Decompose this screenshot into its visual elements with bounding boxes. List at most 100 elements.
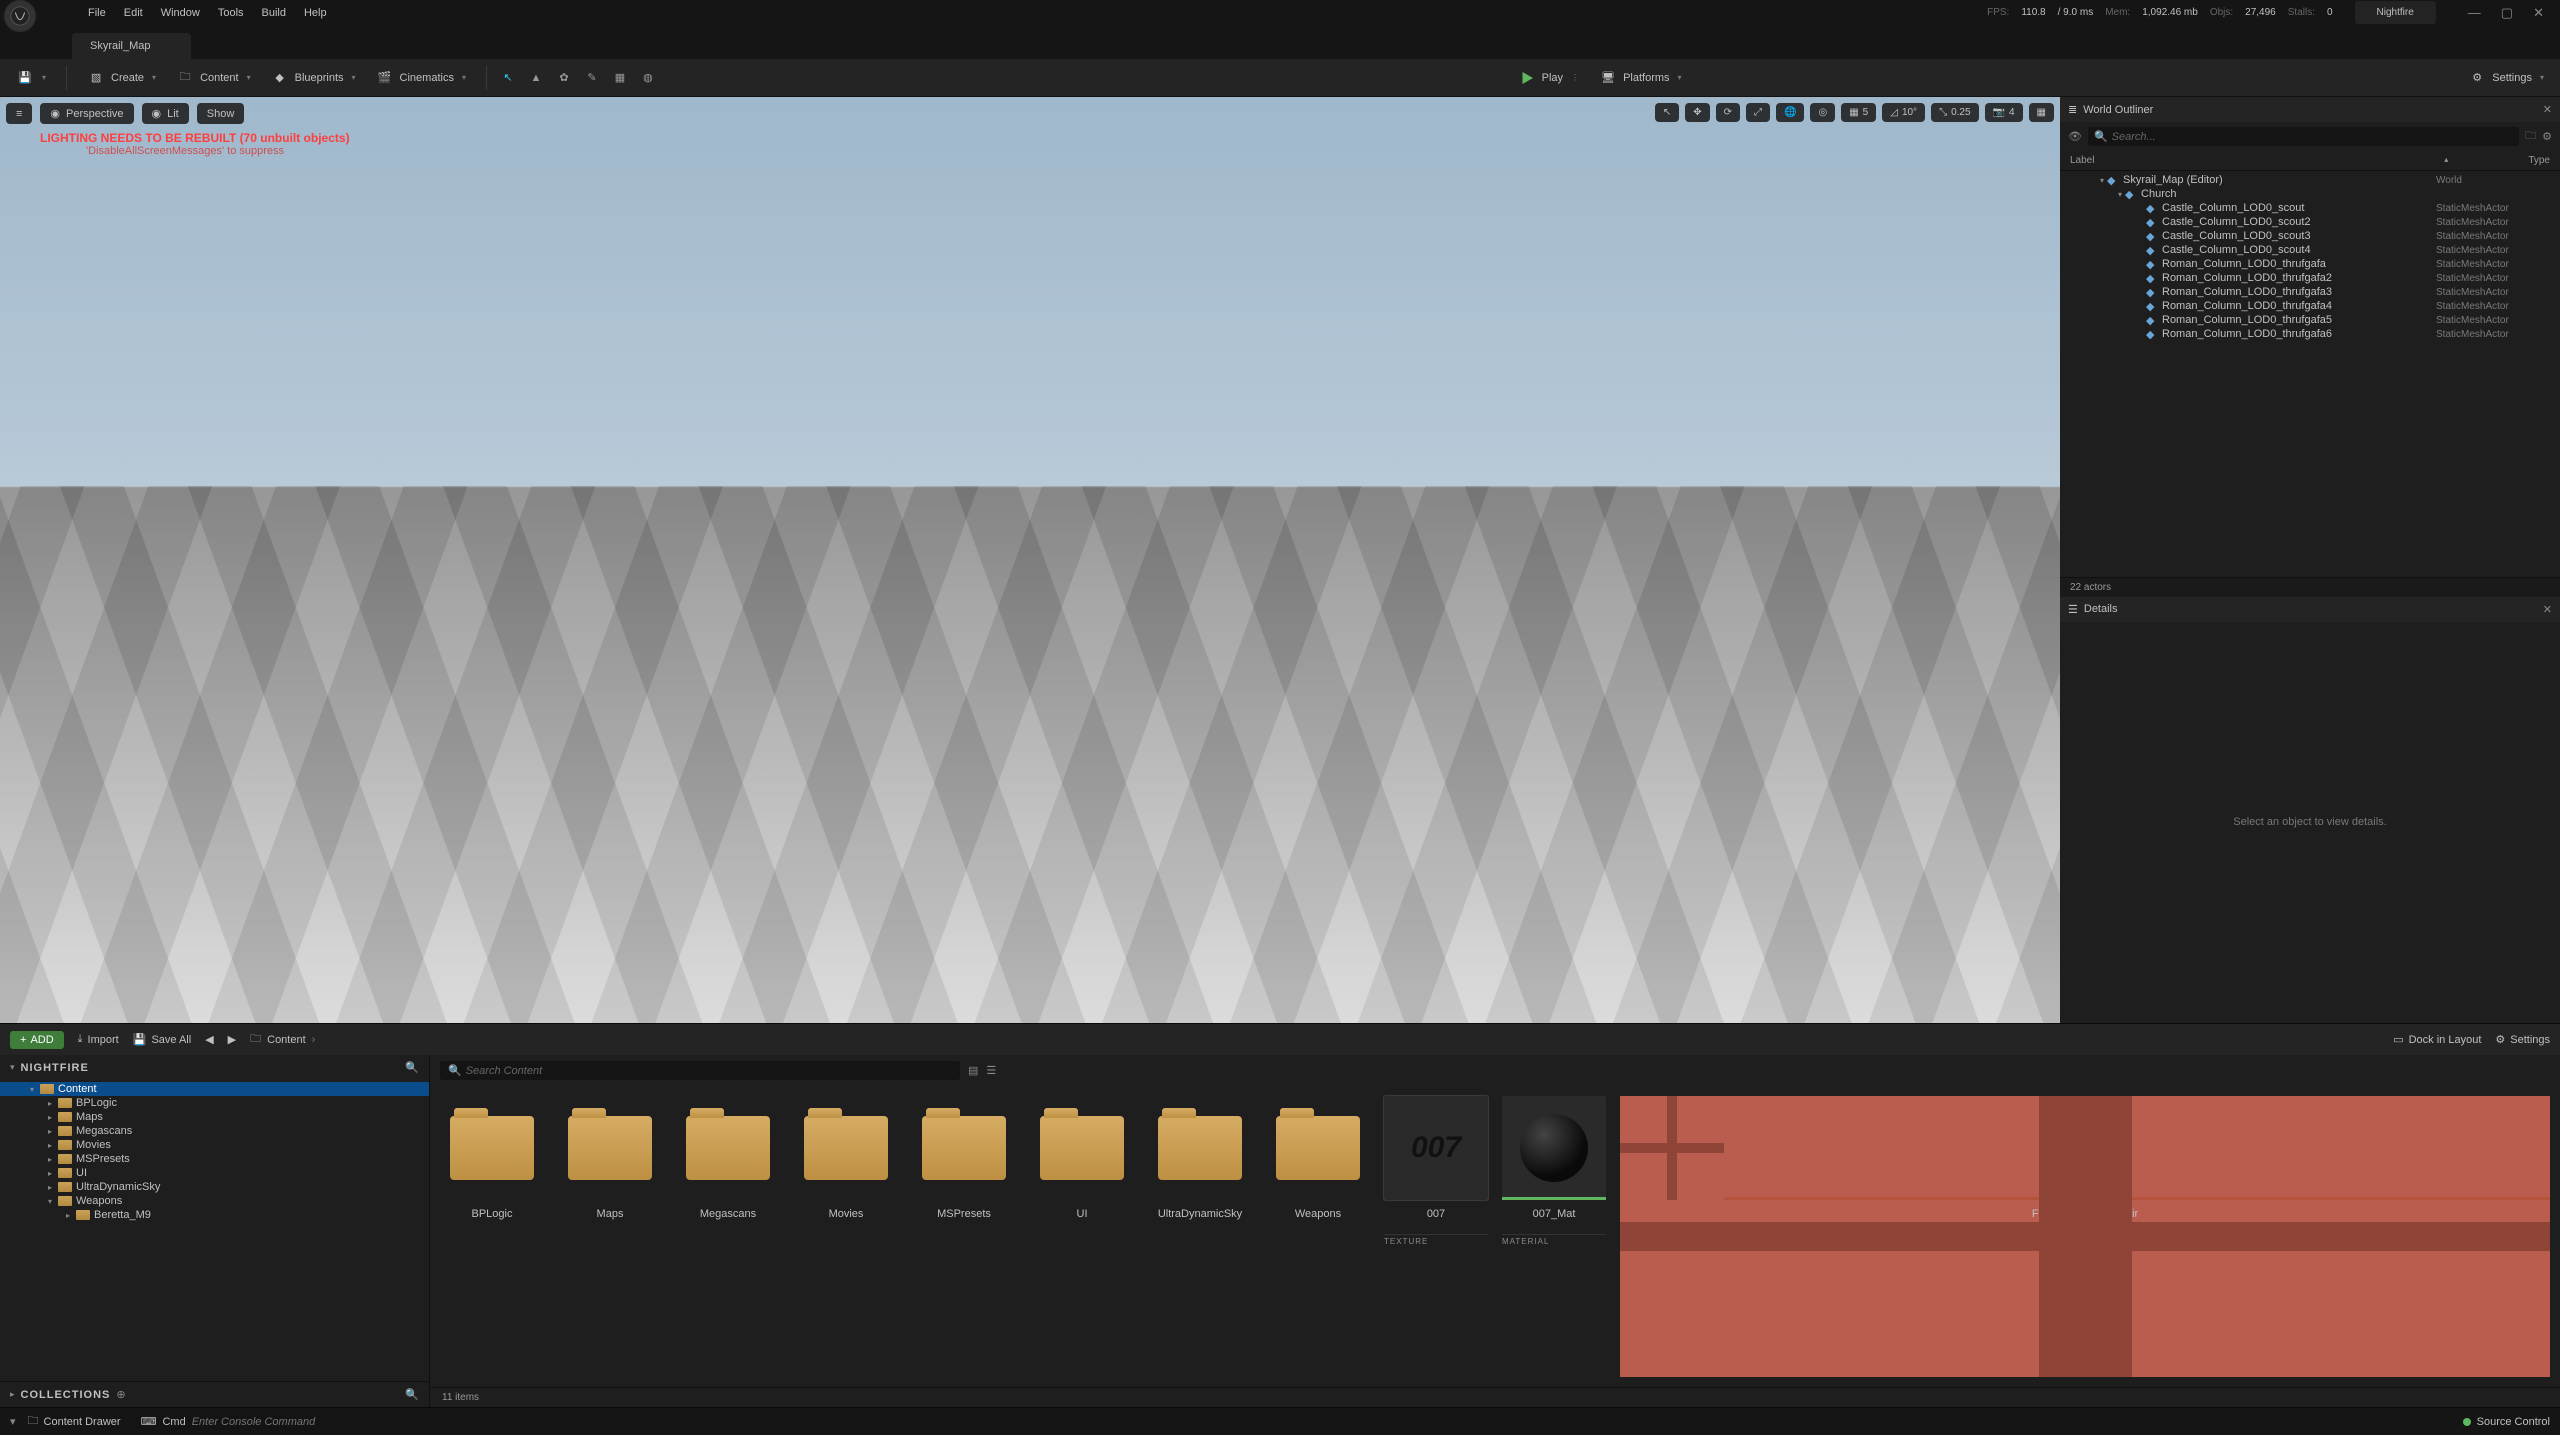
viewport[interactable]: ≡ ◉Perspective ◉Lit Show ↖ ✥ ⟳ ⤢ 🌐 ◎ ▦5 … [0, 97, 2060, 1023]
add-button[interactable]: +ADD [10, 1031, 64, 1049]
transform-select-icon[interactable]: ↖ [1655, 103, 1679, 122]
blueprints-button[interactable]: ◆Blueprints▾ [263, 65, 364, 91]
menu-build[interactable]: Build [262, 7, 286, 19]
transform-move-icon[interactable]: ✥ [1685, 103, 1709, 122]
cb-search[interactable]: 🔍 [440, 1061, 960, 1080]
camera-speed-button[interactable]: 📷4 [1985, 103, 2023, 122]
asset-movies[interactable]: Movies [794, 1096, 898, 1234]
scale-snap-button[interactable]: ⤡0.25 [1931, 103, 1978, 122]
coord-space-icon[interactable]: 🌐 [1776, 103, 1804, 122]
outliner-row[interactable]: ◆Roman_Column_LOD0_thrufgafaStaticMeshAc… [2060, 257, 2560, 271]
asset-ultradynamicsky[interactable]: UltraDynamicSky [1148, 1096, 1252, 1234]
viewport-lit-button[interactable]: ◉Lit [142, 103, 189, 124]
asset-bplogic[interactable]: BPLogic [440, 1096, 544, 1234]
nav-back-icon[interactable]: ◀ [205, 1033, 213, 1046]
menu-edit[interactable]: Edit [124, 7, 143, 19]
outliner-row[interactable]: ◆Roman_Column_LOD0_thrufgafa6StaticMeshA… [2060, 327, 2560, 341]
outliner-row[interactable]: ▾◆Church [2060, 187, 2560, 201]
asset-weapons[interactable]: Weapons [1266, 1096, 1370, 1234]
search-icon[interactable]: 🔍 [405, 1388, 419, 1401]
outliner-search-input[interactable] [2112, 131, 2513, 143]
asset-ui[interactable]: UI [1030, 1096, 1134, 1234]
angle-snap-button[interactable]: ◿10° [1882, 103, 1925, 122]
tree-row-movies[interactable]: ▸Movies [0, 1138, 429, 1152]
asset-firstperson-crosshair[interactable]: FirstPerson CrosshairTEXTURE [1620, 1096, 2550, 1377]
add-folder-icon[interactable]: 🗀 [2525, 127, 2536, 146]
save-button[interactable]: 💾▾ [8, 65, 54, 91]
menu-window[interactable]: Window [161, 7, 200, 19]
viewport-show-button[interactable]: Show [197, 103, 245, 124]
outliner-col-type[interactable]: Type [2528, 155, 2550, 166]
select-mode-icon[interactable]: ↖ [499, 69, 517, 87]
foliage-mode-icon[interactable]: ✿ [555, 69, 573, 87]
outliner-row[interactable]: ◆Roman_Column_LOD0_thrufgafa4StaticMeshA… [2060, 299, 2560, 313]
platforms-button[interactable]: 🖥Platforms▾ [1591, 65, 1689, 91]
minimize-icon[interactable]: — [2468, 5, 2481, 21]
mesh-paint-mode-icon[interactable]: ✎ [583, 69, 601, 87]
landscape-mode-icon[interactable]: ▲ [527, 69, 545, 87]
save-filter-icon[interactable]: ▤ [968, 1064, 978, 1077]
play-button[interactable]: Play⋮ [1510, 65, 1587, 91]
asset-maps[interactable]: Maps [558, 1096, 662, 1234]
viewport-canvas[interactable] [0, 97, 2060, 1023]
outliner-row[interactable]: ◆Roman_Column_LOD0_thrufgafa3StaticMeshA… [2060, 285, 2560, 299]
add-collection-icon[interactable]: ⊕ [116, 1388, 125, 1401]
cb-settings-button[interactable]: ⚙Settings [2495, 1033, 2550, 1046]
viewport-perspective-button[interactable]: ◉Perspective [40, 103, 133, 124]
menu-help[interactable]: Help [304, 7, 327, 19]
viewport-options-button[interactable]: ≡ [6, 103, 32, 124]
dock-button[interactable]: ▭Dock in Layout [2393, 1033, 2481, 1046]
filter-icon[interactable]: ☰ [986, 1064, 996, 1077]
transform-scale-icon[interactable]: ⤢ [1746, 103, 1770, 122]
cb-search-input[interactable] [466, 1065, 952, 1077]
menu-tools[interactable]: Tools [218, 7, 244, 19]
source-control-button[interactable]: Source Control [2463, 1416, 2550, 1428]
outliner-row[interactable]: ◆Castle_Column_LOD0_scout2StaticMeshActo… [2060, 215, 2560, 229]
outliner-col-label[interactable]: Label [2070, 155, 2444, 166]
cb-tree[interactable]: ▾Content▸BPLogic▸Maps▸Megascans▸Movies▸M… [0, 1080, 429, 1381]
asset-mspresets[interactable]: MSPresets [912, 1096, 1016, 1234]
outliner-search[interactable]: 🔍 [2088, 127, 2519, 146]
outliner-row[interactable]: ◆Castle_Column_LOD0_scout4StaticMeshActo… [2060, 243, 2560, 257]
chevron-up-icon[interactable]: ▾ [10, 1415, 16, 1428]
cmd-input[interactable] [192, 1416, 352, 1428]
asset-007_mat[interactable]: 007_MatMATERIAL [1502, 1096, 1606, 1246]
viewport-layout-icon[interactable]: ▦ [2029, 103, 2054, 122]
outliner-row[interactable]: ◆Roman_Column_LOD0_thrufgafa2StaticMeshA… [2060, 271, 2560, 285]
cinematics-button[interactable]: 🎬Cinematics▾ [368, 65, 474, 91]
breadcrumb-chevron[interactable]: › [312, 1034, 316, 1046]
cb-grid[interactable]: BPLogicMapsMegascansMoviesMSPresetsUIUlt… [430, 1086, 2560, 1387]
eye-icon[interactable]: 👁 [2068, 130, 2082, 143]
search-icon[interactable]: 🔍 [405, 1061, 419, 1074]
outliner-row[interactable]: ◆Roman_Column_LOD0_thrufgafa5StaticMeshA… [2060, 313, 2560, 327]
close-icon[interactable]: ✕ [2533, 5, 2544, 21]
content-drawer-button[interactable]: 🗀Content Drawer [28, 1412, 121, 1431]
outliner-close-icon[interactable]: ✕ [2543, 103, 2552, 116]
create-button[interactable]: ▧Create▾ [79, 65, 164, 91]
tree-row-weapons[interactable]: ▾Weapons [0, 1194, 429, 1208]
tree-row-bplogic[interactable]: ▸BPLogic [0, 1096, 429, 1110]
content-button[interactable]: 🗀Content▾ [168, 65, 259, 91]
settings-button[interactable]: ⚙Settings▾ [2460, 65, 2552, 91]
console-command[interactable]: ⌨ Cmd [133, 1413, 360, 1430]
tree-row-maps[interactable]: ▸Maps [0, 1110, 429, 1124]
brush-mode-icon[interactable]: ◍ [639, 69, 657, 87]
tab-skyrail-map[interactable]: Skyrail_Map [72, 33, 191, 59]
grid-snap-button[interactable]: ▦5 [1841, 103, 1876, 122]
outliner-list[interactable]: ▾◆Skyrail_Map (Editor)World▾◆Church ◆Cast… [2060, 171, 2560, 577]
outliner-row[interactable]: ▾◆Skyrail_Map (Editor)World [2060, 173, 2560, 187]
outliner-row[interactable]: ◆Castle_Column_LOD0_scout3StaticMeshActo… [2060, 229, 2560, 243]
cb-project-header[interactable]: ▾ NIGHTFIRE 🔍 [0, 1055, 429, 1080]
tree-row-mspresets[interactable]: ▸MSPresets [0, 1152, 429, 1166]
details-close-icon[interactable]: ✕ [2543, 603, 2552, 616]
tree-row-ui[interactable]: ▸UI [0, 1166, 429, 1180]
tree-row-megascans[interactable]: ▸Megascans [0, 1124, 429, 1138]
collections-header[interactable]: ▸ COLLECTIONS ⊕ 🔍 [0, 1381, 429, 1407]
breadcrumb-content[interactable]: Content [267, 1034, 306, 1046]
fracture-mode-icon[interactable]: ▦ [611, 69, 629, 87]
asset-007[interactable]: 007007TEXTURE [1384, 1096, 1488, 1246]
save-all-button[interactable]: 💾Save All [133, 1033, 191, 1046]
tree-row-ultradynamicsky[interactable]: ▸UltraDynamicSky [0, 1180, 429, 1194]
user-button[interactable]: Nightfire [2355, 1, 2436, 24]
import-button[interactable]: ⤓Import [78, 1033, 119, 1046]
